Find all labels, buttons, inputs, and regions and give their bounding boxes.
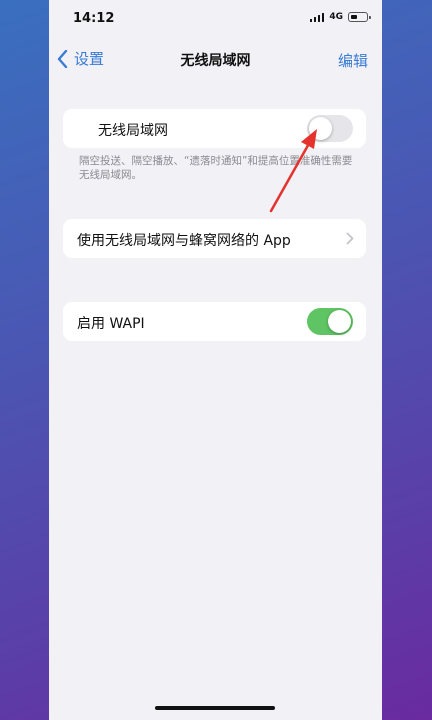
battery-icon [348,12,371,22]
wapi-toggle[interactable] [307,308,353,335]
wapi-label: 启用 WAPI [77,316,145,332]
wifi-group: 无线局域网 [63,109,366,148]
cellular-signal-icon [309,12,325,22]
home-indicator[interactable] [155,706,275,710]
status-bar: 14:12 4G [49,0,382,40]
network-type: 4G [329,12,343,22]
wapi-group: 启用 WAPI [63,302,366,341]
wifi-footnote: 隔空投送、隔空播放、“遗落时通知”和提高位置准确性需要无线局域网。 [79,155,353,181]
wifi-toggle[interactable] [307,115,353,142]
chevron-right-icon [346,232,354,245]
edit-button[interactable]: 编辑 [338,50,368,71]
page-title: 无线局域网 [180,53,251,69]
phone-screen: 14:12 4G 设置 无线局域网 编辑 无线局域网 隔空投送、隔空播放、“遗落… [49,0,382,720]
toggle-knob [309,117,332,140]
apps-group[interactable]: 使用无线局域网与蜂窝网络的 App [63,219,366,258]
status-time: 14:12 [73,11,115,26]
wifi-label: 无线局域网 [98,123,168,139]
apps-row-label: 使用无线局域网与蜂窝网络的 App [77,233,291,249]
toggle-knob [328,310,351,333]
navigation-bar: 设置 无线局域网 编辑 [49,40,382,80]
status-indicators: 4G [309,12,371,22]
